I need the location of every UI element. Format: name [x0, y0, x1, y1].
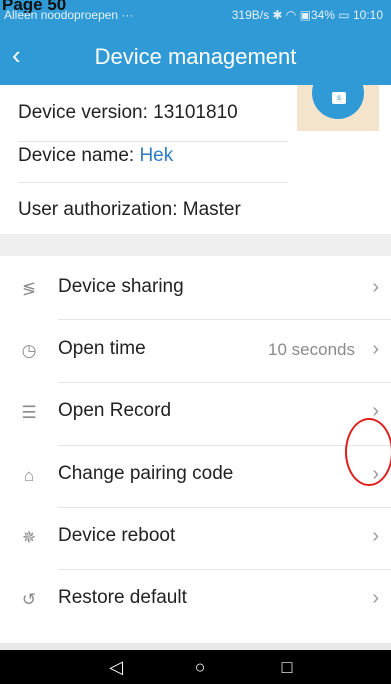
- device-name-value[interactable]: Hek: [139, 145, 173, 166]
- menu-item-open-time[interactable]: ◷ Open time 10 seconds ›: [0, 320, 391, 382]
- menu-item-device-sharing[interactable]: ≶ Device sharing ›: [0, 258, 391, 320]
- device-name-label: Device name:: [18, 145, 140, 166]
- menu-item-label: Change pairing code: [58, 463, 234, 484]
- menu-item-open-record[interactable]: ☰ Open Record ›: [0, 382, 391, 444]
- menu-item-label: Device reboot: [58, 525, 176, 546]
- lock-icon: ⌂: [23, 466, 35, 485]
- menu-item-device-reboot[interactable]: ✵ Device reboot ›: [0, 507, 391, 569]
- chevron-right-icon: ›: [372, 338, 379, 360]
- carrier-text: Alleen noodoproepen ···: [4, 8, 134, 22]
- reboot-icon: ✵: [21, 528, 37, 547]
- system-nav-bar: ◁ ○ □: [0, 650, 391, 684]
- menu-item-label: Open time: [58, 338, 146, 359]
- share-icon: ≶: [21, 279, 37, 298]
- status-bar: Page 50 Alleen noodoproepen ··· 319B/s ✱…: [0, 0, 391, 28]
- menu-item-label: Open Record: [58, 400, 172, 421]
- menu-item-restore-default[interactable]: ↺ Restore default ›: [0, 569, 391, 631]
- record-icon: ☰: [21, 403, 37, 422]
- bottom-spacer: [0, 643, 391, 650]
- chevron-right-icon: ›: [372, 525, 379, 547]
- menu-item-label: Restore default: [58, 587, 187, 608]
- open-time-value: 10 seconds: [268, 340, 355, 359]
- chevron-right-icon: ›: [372, 587, 379, 609]
- page-title: Device management: [94, 44, 297, 69]
- section-gap: [0, 234, 391, 256]
- status-indicators: 319B/s ✱ ◠ ▣34% ▭ 10:10: [231, 8, 383, 22]
- menu-item-label: Device sharing: [58, 276, 184, 297]
- chevron-right-icon: ›: [372, 276, 379, 298]
- restore-icon: ↺: [21, 590, 37, 609]
- back-triangle-icon[interactable]: ◁: [104, 655, 128, 679]
- menu-item-change-pairing-code[interactable]: ⌂ Change pairing code ›: [0, 445, 391, 507]
- recents-square-icon[interactable]: □: [275, 655, 299, 679]
- user-authorization: User authorization: Master: [18, 199, 241, 220]
- clock-icon: ◷: [21, 341, 37, 360]
- device-name[interactable]: Device name: Hek: [0, 128, 391, 184]
- home-circle-icon[interactable]: ○: [188, 655, 212, 679]
- red-circle-annotation: [345, 418, 391, 486]
